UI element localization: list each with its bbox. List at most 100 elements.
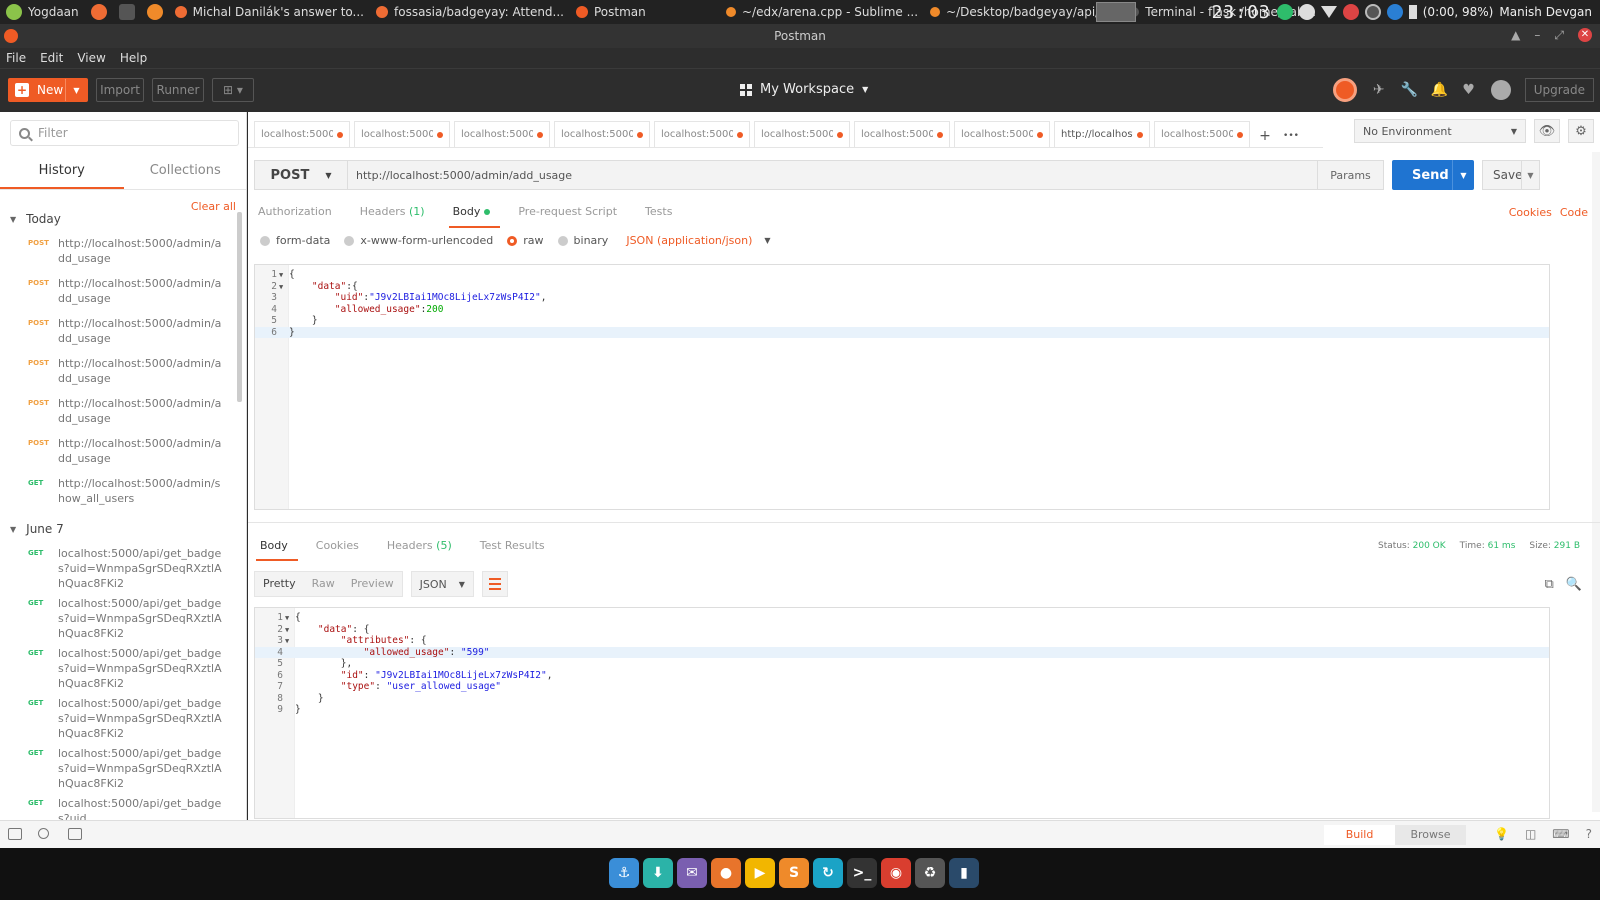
time-value[interactable]: 61 ms	[1488, 541, 1516, 551]
os-task-github[interactable]: fossasia/badgeyay: Attend...	[370, 0, 570, 24]
bell-icon[interactable]: 🔔	[1431, 82, 1448, 98]
media-player-icon[interactable]: ▶	[745, 858, 775, 888]
radio-binary[interactable]: binary	[557, 234, 608, 247]
os-task-postman[interactable]: Postman	[570, 0, 720, 24]
runner-button[interactable]: Runner	[152, 78, 204, 102]
request-tab[interactable]: localhost:5000/a	[1154, 121, 1250, 147]
firefox-icon[interactable]: ●	[711, 858, 741, 888]
shade-button[interactable]: ▲	[1511, 28, 1520, 43]
tab-history[interactable]: History	[0, 154, 124, 189]
send-dropdown-caret[interactable]: ▼	[1452, 160, 1474, 190]
size-value[interactable]: 291 B	[1554, 541, 1580, 551]
close-button[interactable]: ✕	[1578, 28, 1592, 42]
sublime-icon[interactable]: S	[779, 858, 809, 888]
history-item[interactable]: POST http://localhost:5000/admin/add_usag…	[0, 436, 236, 466]
toggle-sidebar-icon[interactable]	[8, 828, 22, 840]
history-item[interactable]: POST http://localhost:5000/admin/add_usag…	[0, 276, 236, 306]
workspace-selector[interactable]: My Workspace ▼	[740, 82, 868, 97]
history-group-header[interactable]: ▼ June 7	[10, 522, 64, 536]
anchor-icon[interactable]: ⚓	[609, 858, 639, 888]
tab-headers[interactable]: Headers (1)	[356, 200, 435, 228]
find-icon[interactable]	[38, 828, 49, 839]
window-switcher-icon[interactable]: ▮	[949, 858, 979, 888]
network-icon[interactable]	[1276, 4, 1293, 20]
tab-tests[interactable]: Tests	[641, 200, 682, 228]
maximize-button[interactable]: ⤢	[1554, 28, 1564, 43]
os-task-sublime-badgeyay[interactable]: ~/Desktop/badgeyay/api/c...	[924, 0, 1123, 24]
request-tab[interactable]: localhost:5000/a	[454, 121, 550, 147]
history-item[interactable]: GET localhost:5000/api/get_badges?uid=Wnm…	[0, 646, 236, 691]
tab-response-body[interactable]: Body	[256, 531, 298, 561]
layout-icon[interactable]: ◫	[1525, 827, 1536, 841]
manage-environments-button[interactable]: ⚙	[1568, 119, 1594, 143]
chrome-tray-icon[interactable]	[1298, 4, 1315, 20]
filter-field[interactable]: Filter	[10, 120, 239, 146]
request-tab[interactable]: localhost:5000/a	[854, 121, 950, 147]
copy-icon[interactable]: ⧉	[1545, 577, 1554, 592]
view-pretty[interactable]: Pretty	[255, 572, 304, 596]
request-tab[interactable]: localhost:5000/	[254, 121, 350, 147]
radio-form-data[interactable]: form-data	[260, 234, 330, 247]
chrome-icon[interactable]: ◉	[881, 858, 911, 888]
send-button[interactable]: Send ▼	[1392, 160, 1474, 190]
terminal-icon[interactable]: >_	[847, 858, 877, 888]
request-tab[interactable]: http://localhost:	[1054, 121, 1150, 147]
cookies-link[interactable]: Cookies	[1509, 206, 1552, 219]
wrap-lines-button[interactable]	[481, 571, 508, 597]
help-icon[interactable]: ?	[1586, 827, 1592, 841]
radio-urlencoded[interactable]: x-www-form-urlencoded	[344, 234, 493, 247]
screenshot-app-icon[interactable]	[1095, 2, 1136, 22]
bluetooth-icon[interactable]	[1386, 4, 1403, 20]
search-icon[interactable]: 🔍	[1566, 577, 1582, 592]
request-body-editor[interactable]: 1 ▼{2 ▼ "data":{3 "uid":"J9v2LBIai1MOc8Lij…	[254, 264, 1550, 510]
history-group-header[interactable]: ▼ Today	[10, 212, 61, 226]
add-tab-button[interactable]: +	[1254, 125, 1276, 147]
refresh-icon[interactable]: ↻	[813, 858, 843, 888]
history-item[interactable]: GET localhost:5000/api/get_badges?uid	[0, 796, 236, 820]
clear-all-link[interactable]: Clear all	[191, 200, 236, 213]
upgrade-button[interactable]: Upgrade	[1524, 78, 1594, 102]
history-item[interactable]: GET localhost:5000/api/get_badges?uid=Wnm…	[0, 746, 236, 791]
os-launcher-firefox[interactable]	[85, 0, 113, 24]
tab-test-results[interactable]: Test Results	[476, 531, 555, 561]
os-launcher-terminal[interactable]	[113, 0, 141, 24]
code-link[interactable]: Code	[1560, 206, 1588, 219]
mail-icon[interactable]: ✉	[677, 858, 707, 888]
new-dropdown-caret[interactable]: ▼	[65, 79, 87, 101]
tab-response-headers[interactable]: Headers (5)	[383, 531, 462, 561]
avatar[interactable]	[1490, 80, 1511, 100]
keyboard-icon[interactable]: ⌨	[1552, 827, 1569, 841]
new-window-button[interactable]: ⊞ ▾	[212, 78, 254, 102]
environment-quick-look-button[interactable]: 👁	[1534, 119, 1560, 143]
tab-response-cookies[interactable]: Cookies	[312, 531, 369, 561]
history-item[interactable]: GET http://localhost:5000/admin/show_all_…	[0, 476, 236, 506]
request-tab[interactable]: localhost:5000/	[954, 121, 1050, 147]
sidebar-scrollbar[interactable]	[237, 212, 242, 402]
history-item[interactable]: GET localhost:5000/api/get_badges?uid=Wnm…	[0, 596, 236, 641]
tab-prerequest-script[interactable]: Pre-request Script	[514, 200, 627, 228]
history-item[interactable]: POST http://localhost:5000/admin/add_usag…	[0, 356, 236, 386]
environment-select[interactable]: No Environment ▼	[1354, 119, 1526, 143]
tab-body[interactable]: Body	[448, 200, 501, 228]
history-item[interactable]: GET localhost:5000/api/get_badges?uid=Wnm…	[0, 696, 236, 741]
search-tray-icon[interactable]	[1364, 4, 1381, 20]
radio-raw[interactable]: raw	[507, 234, 544, 247]
params-button[interactable]: Params	[1318, 160, 1384, 190]
menu-help[interactable]: Help	[120, 51, 147, 65]
history-item[interactable]: POST http://localhost:5000/admin/add_usag…	[0, 236, 236, 266]
minimize-button[interactable]: –	[1534, 28, 1540, 43]
bootcamp-icon[interactable]: 💡	[1494, 827, 1509, 841]
view-raw[interactable]: Raw	[304, 572, 343, 596]
url-input[interactable]	[348, 160, 1318, 190]
tab-collections[interactable]: Collections	[124, 154, 247, 189]
heart-icon[interactable]: ♥	[1461, 82, 1477, 98]
os-task-quora[interactable]: Michal Danilák's answer to...	[169, 0, 370, 24]
wifi-icon[interactable]	[1320, 6, 1337, 18]
view-preview[interactable]: Preview	[343, 572, 402, 596]
wrench-icon[interactable]: 🔧	[1401, 82, 1418, 98]
sync-icon[interactable]	[1332, 78, 1357, 102]
response-body-viewer[interactable]: 1 ▼{2 ▼ "data": {3 ▼ "attributes": {4 "allo…	[254, 607, 1550, 819]
save-button[interactable]: Save ▼	[1482, 160, 1540, 190]
request-tab[interactable]: localhost:5000/j	[354, 121, 450, 147]
menu-view[interactable]: View	[77, 51, 105, 65]
